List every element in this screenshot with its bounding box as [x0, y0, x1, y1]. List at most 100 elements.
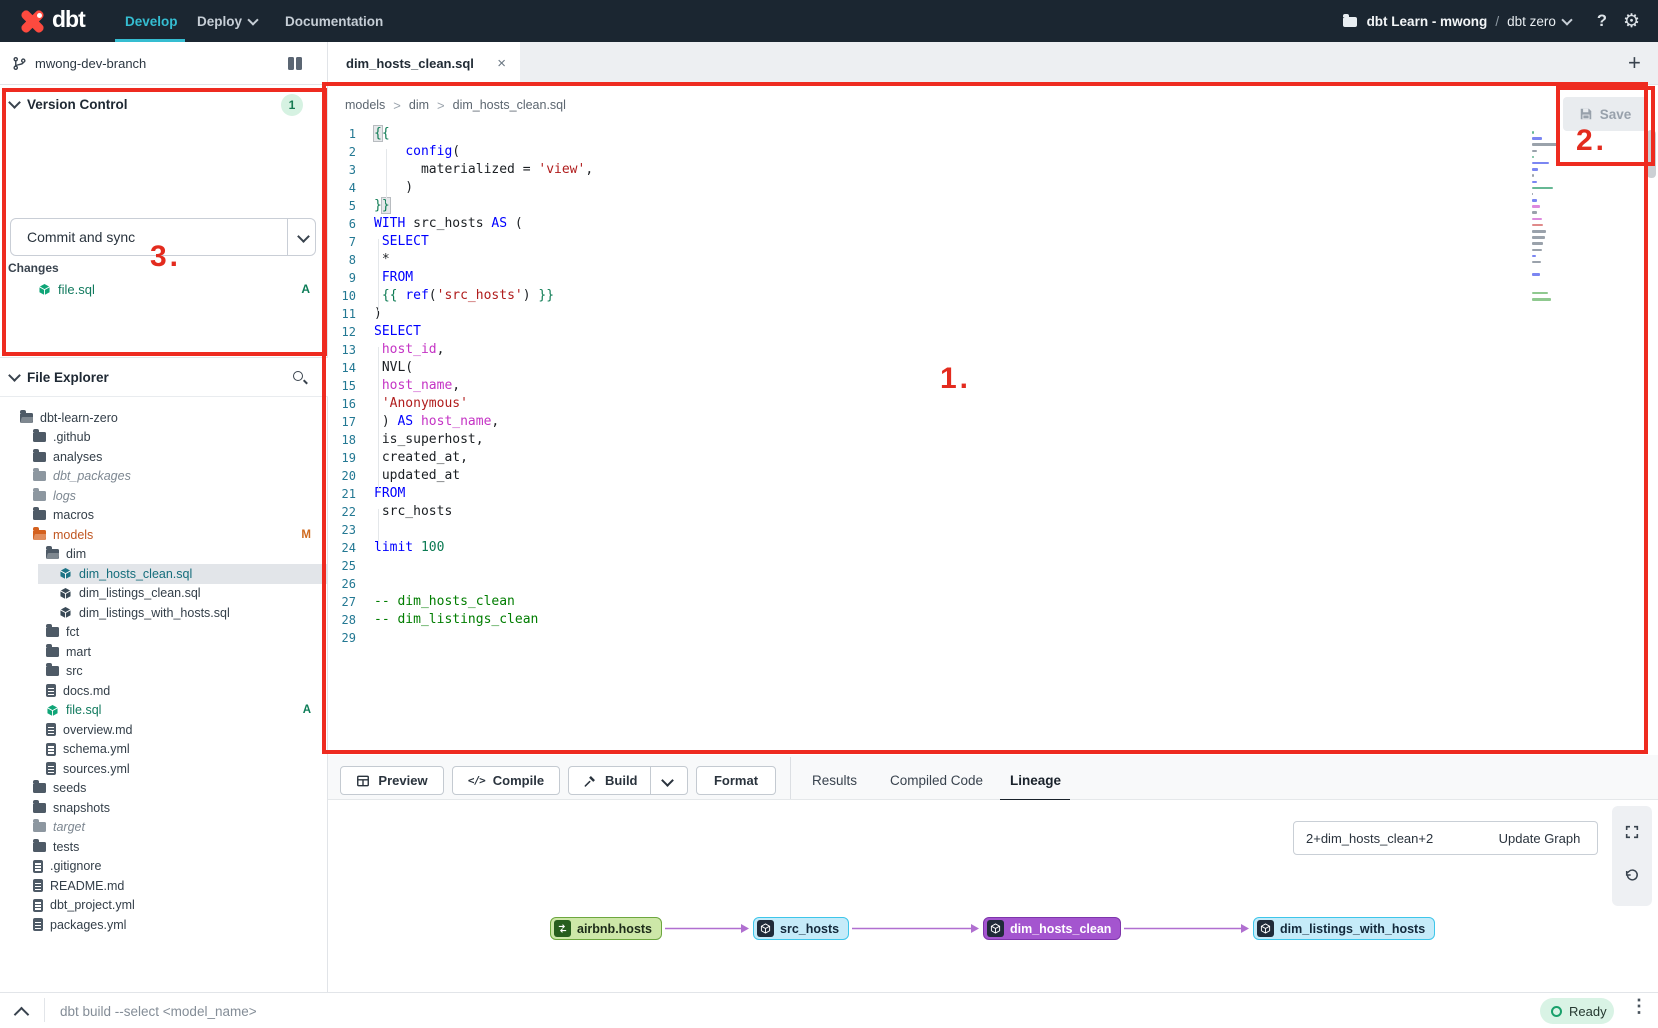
docs-panel-icon[interactable] [288, 57, 302, 70]
branch-name[interactable]: mwong-dev-branch [35, 56, 146, 71]
lineage-canvas[interactable]: Update Graph airbnb.hosts src_hosts dim_ho… [328, 800, 1658, 992]
breadcrumb-dim[interactable]: dim [409, 98, 429, 112]
help-icon[interactable]: ? [1597, 12, 1607, 31]
lineage-node-dim-listings-with-hosts[interactable]: dim_listings_with_hosts [1253, 917, 1435, 940]
tree-item-macros[interactable]: macros [0, 506, 327, 526]
code-line[interactable]: 4 ) [328, 179, 1528, 197]
format-button[interactable]: Format [696, 766, 776, 795]
scrollbar-thumb[interactable] [1647, 130, 1656, 178]
build-button[interactable]: Build [568, 766, 688, 795]
chevron-down-icon[interactable] [1561, 14, 1572, 25]
tree-item-dbt-packages[interactable]: dbt_packages [0, 467, 327, 487]
tree-item-dim-listings-clean-sql[interactable]: dim_listings_clean.sql [0, 584, 327, 604]
code-line[interactable]: 24limit 100 [328, 539, 1528, 557]
commit-and-sync-button[interactable]: Commit and sync [10, 218, 316, 256]
nav-deploy[interactable]: Deploy [197, 0, 257, 42]
search-icon[interactable] [292, 370, 308, 386]
tree-item-seeds[interactable]: seeds [0, 779, 327, 799]
code-line[interactable]: 20 updated_at [328, 467, 1528, 485]
code-line[interactable]: 29 [328, 629, 1528, 647]
tree-item-tests[interactable]: tests [0, 837, 327, 857]
save-button[interactable]: Save [1563, 97, 1647, 131]
dbt-logo-text[interactable]: dbt [52, 6, 85, 33]
tree-item-packages-yml[interactable]: packages.yml [0, 915, 327, 935]
tree-item-sources-yml[interactable]: sources.yml [0, 759, 327, 779]
code-line[interactable]: 19 created_at, [328, 449, 1528, 467]
code-line[interactable]: 17 ) AS host_name, [328, 413, 1528, 431]
code-line[interactable]: 10 {{ ref('src_hosts') }} [328, 287, 1528, 305]
tree-item--github[interactable]: .github [0, 428, 327, 448]
code-line[interactable]: 8 * [328, 251, 1528, 269]
code-line[interactable]: 23 [328, 521, 1528, 539]
code-line[interactable]: 2 config( [328, 143, 1528, 161]
tree-item-overview-md[interactable]: overview.md [0, 720, 327, 740]
new-tab-icon[interactable]: + [1628, 50, 1641, 76]
file-explorer-header[interactable]: File Explorer [0, 357, 328, 397]
tree-item-dim-hosts-clean-sql[interactable]: dim_hosts_clean.sql [0, 564, 327, 584]
tree-item-mart[interactable]: mart [0, 642, 327, 662]
code-line[interactable]: 6WITH src_hosts AS ( [328, 215, 1528, 233]
code-line[interactable]: 16 'Anonymous' [328, 395, 1528, 413]
tree-item-dbt-learn-zero[interactable]: dbt-learn-zero [0, 408, 327, 428]
lineage-selector-input[interactable] [1293, 821, 1483, 855]
nav-develop[interactable]: Develop [125, 0, 178, 42]
account-name[interactable]: dbt Learn - mwong [1367, 14, 1488, 29]
lineage-node-dim-hosts-clean[interactable]: dim_hosts_clean [983, 917, 1121, 940]
tree-item-logs[interactable]: logs [0, 486, 327, 506]
code-line[interactable]: 5}} [328, 197, 1528, 215]
dbt-logo-icon[interactable] [16, 6, 48, 36]
code-line[interactable]: 22 src_hosts [328, 503, 1528, 521]
tree-item-fct[interactable]: fct [0, 623, 327, 643]
tree-item-dim-listings-with-hosts-sql[interactable]: dim_listings_with_hosts.sql [0, 603, 327, 623]
chevron-down-icon[interactable] [8, 96, 21, 109]
breadcrumb-models[interactable]: models [345, 98, 385, 112]
preview-button[interactable]: Preview [340, 766, 444, 795]
code-line[interactable]: 28-- dim_listings_clean [328, 611, 1528, 629]
code-line[interactable]: 9 FROM [328, 269, 1528, 287]
nav-documentation[interactable]: Documentation [285, 0, 383, 42]
code-line[interactable]: 26 [328, 575, 1528, 593]
code-line[interactable]: 3 materialized = 'view', [328, 161, 1528, 179]
fullscreen-icon[interactable] [1624, 824, 1640, 845]
version-control-header[interactable]: Version Control 1 [0, 85, 328, 123]
code-line[interactable]: 25 [328, 557, 1528, 575]
code-line[interactable]: 15 host_name, [328, 377, 1528, 395]
code-line[interactable]: 14 NVL( [328, 359, 1528, 377]
tree-item-target[interactable]: target [0, 818, 327, 838]
tab-lineage[interactable]: Lineage [1010, 766, 1061, 795]
code-editor[interactable]: 1{{2 config(3 materialized = 'view',4 )5… [328, 125, 1528, 647]
chevron-down-icon[interactable] [297, 230, 310, 243]
update-graph-button[interactable]: Update Graph [1482, 821, 1598, 855]
code-line[interactable]: 1{{ [328, 125, 1528, 143]
compile-button[interactable]: </> Compile [452, 766, 560, 795]
lineage-node-airbnb-hosts[interactable]: airbnb.hosts [550, 917, 662, 940]
tab-dim-hosts-clean[interactable]: dim_hosts_clean.sql × [328, 42, 520, 85]
tree-item--gitignore[interactable]: .gitignore [0, 857, 327, 877]
code-line[interactable]: 27-- dim_hosts_clean [328, 593, 1528, 611]
chevron-down-icon[interactable] [661, 774, 674, 787]
code-line[interactable]: 18 is_superhost, [328, 431, 1528, 449]
close-icon[interactable]: × [497, 55, 506, 72]
tree-item-models[interactable]: modelsM [0, 525, 327, 545]
tab-results[interactable]: Results [812, 766, 857, 795]
code-line[interactable]: 12SELECT [328, 323, 1528, 341]
gear-icon[interactable]: ⚙ [1623, 10, 1640, 33]
tree-item-file-sql[interactable]: file.sqlA [0, 701, 327, 721]
lineage-node-src-hosts[interactable]: src_hosts [753, 917, 849, 940]
tree-item-dim[interactable]: dim [0, 545, 327, 565]
tree-item-docs-md[interactable]: docs.md [0, 681, 327, 701]
tree-item-readme-md[interactable]: README.md [0, 876, 327, 896]
project-selector[interactable]: dbt zero [1507, 14, 1556, 29]
reset-view-icon[interactable] [1624, 868, 1640, 889]
tab-compiled-code[interactable]: Compiled Code [890, 766, 983, 795]
code-line[interactable]: 11) [328, 305, 1528, 323]
chevron-down-icon[interactable] [8, 369, 21, 382]
code-line[interactable]: 21FROM [328, 485, 1528, 503]
minimap[interactable] [1532, 131, 1562, 310]
breadcrumb-file[interactable]: dim_hosts_clean.sql [453, 98, 566, 112]
changed-file-row[interactable]: file.sql A [0, 278, 328, 300]
code-line[interactable]: 13 host_id, [328, 341, 1528, 359]
tree-item-dbt-project-yml[interactable]: dbt_project.yml [0, 896, 327, 916]
kebab-menu-icon[interactable]: ⋮ [1630, 996, 1648, 1017]
command-input[interactable] [58, 997, 1462, 1025]
